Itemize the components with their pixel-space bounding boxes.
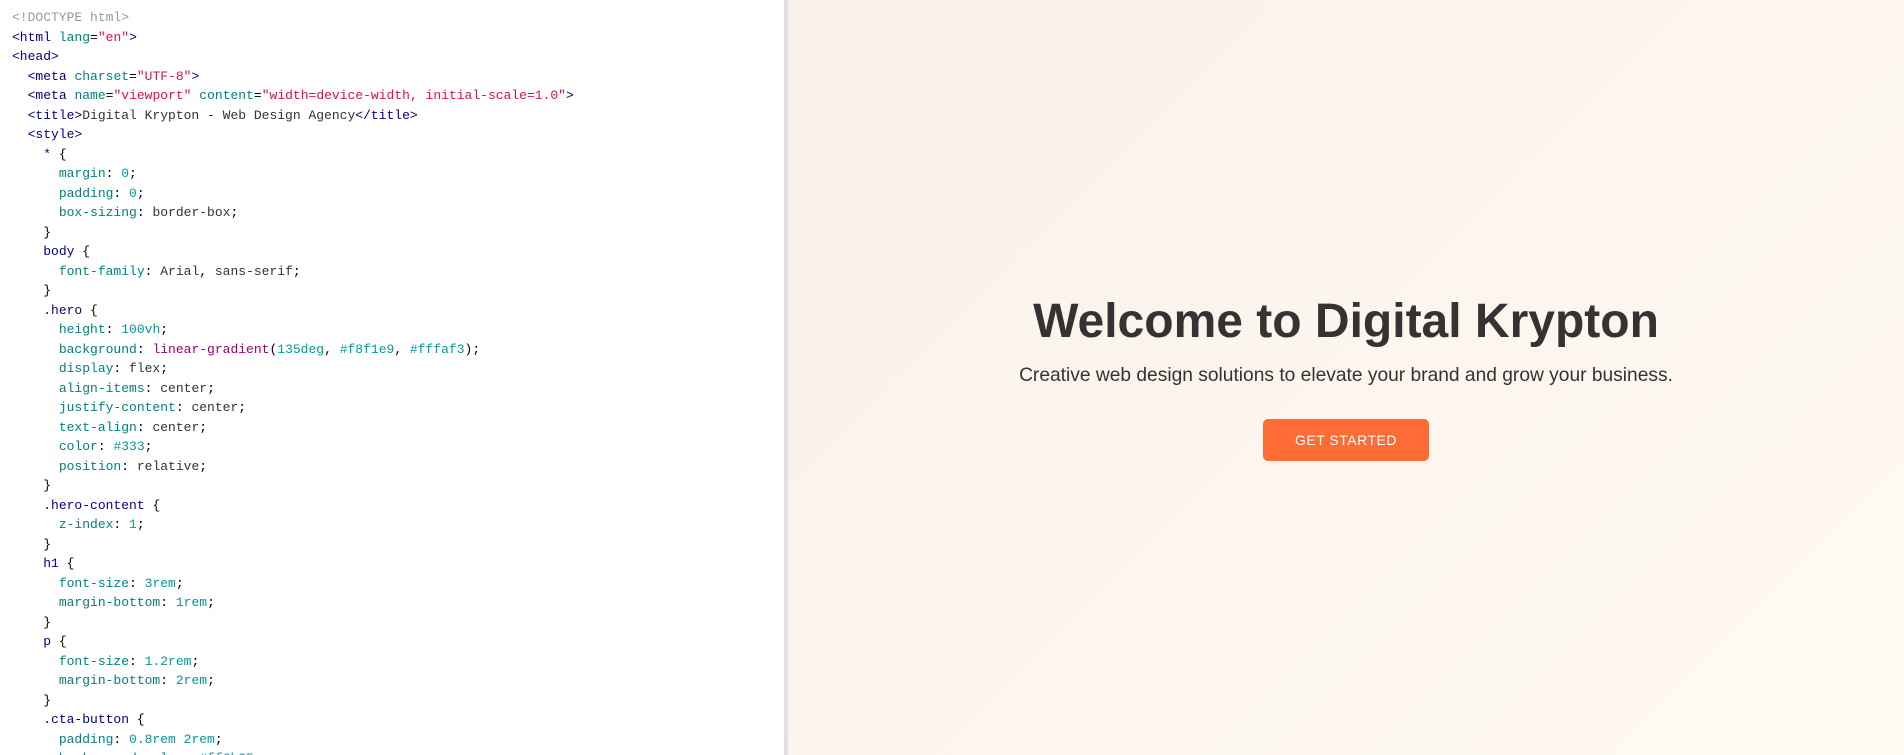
- cta-button[interactable]: GET STARTED: [1263, 419, 1429, 461]
- hero-paragraph: Creative web design solutions to elevate…: [1019, 365, 1673, 387]
- code-editor-panel[interactable]: <!DOCTYPE html> <html lang="en"> <head> …: [0, 0, 784, 755]
- preview-panel: Welcome to Digital Krypton Creative web …: [788, 0, 1904, 755]
- hero-heading: Welcome to Digital Krypton: [1019, 294, 1673, 349]
- hero-content: Welcome to Digital Krypton Creative web …: [1019, 294, 1673, 461]
